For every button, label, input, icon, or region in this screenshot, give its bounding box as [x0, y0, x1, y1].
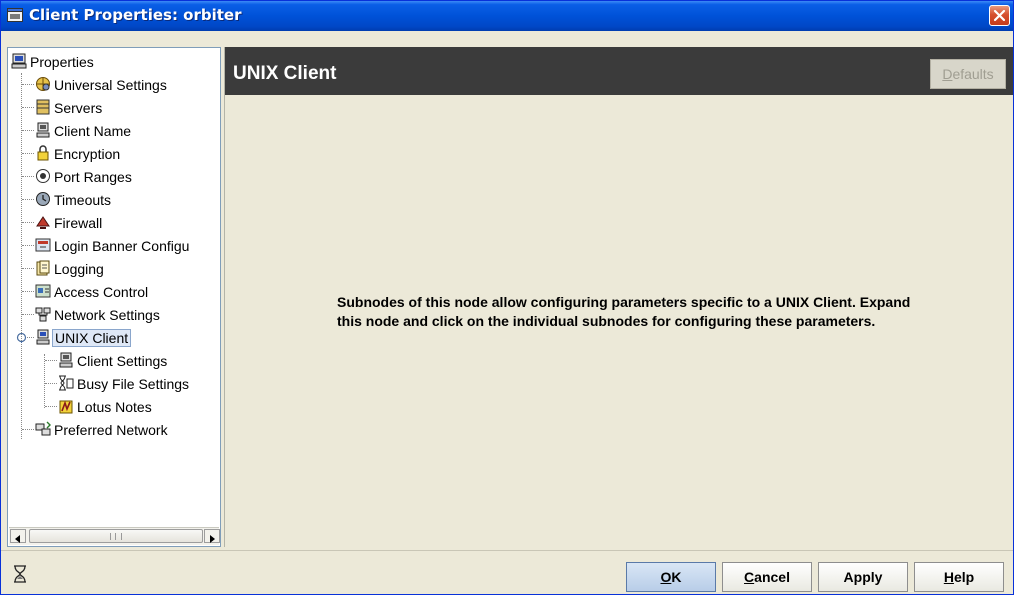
network-icon: [35, 307, 51, 322]
tree-label: Timeouts: [54, 192, 112, 208]
arrow-left-icon: [15, 535, 20, 543]
tree-label: Login Banner Configu: [54, 238, 190, 254]
lotus-notes-icon: [59, 400, 73, 414]
defaults-label: efaults: [952, 66, 994, 82]
tree-connector: [45, 406, 57, 407]
firewall-icon: [36, 216, 50, 229]
tree-connector: [22, 176, 34, 177]
computer-icon: [36, 122, 50, 138]
scroll-right-button[interactable]: [204, 529, 220, 543]
hourglass-file-icon: [59, 375, 74, 391]
defaults-mnemonic: D: [942, 66, 953, 82]
tree-connector: [21, 73, 22, 439]
window-app-icon: [7, 8, 23, 22]
log-icon: [36, 260, 50, 276]
lock-icon: [37, 145, 49, 161]
scroll-thumb[interactable]: [29, 529, 203, 543]
tree-horizontal-scrollbar[interactable]: [9, 527, 220, 545]
tree-label: Firewall: [54, 215, 103, 231]
tree-connector: [22, 107, 34, 108]
defaults-button[interactable]: Defaults: [930, 59, 1006, 89]
tree-label: Access Control: [54, 284, 149, 300]
access-control-icon: [35, 284, 51, 298]
tree-connector: [22, 314, 34, 315]
properties-tree[interactable]: Properties Universal Settings Servers Cl…: [7, 47, 221, 547]
apply-button[interactable]: Apply: [818, 562, 908, 592]
apply-label: Apply: [843, 569, 883, 585]
computer-icon: [36, 329, 50, 345]
clock-icon: [36, 192, 50, 206]
close-button[interactable]: [989, 5, 1010, 26]
details-panel: UNIX Client Defaults Subnodes of this no…: [224, 47, 1013, 547]
tree-connector: [27, 337, 34, 338]
help-mnemonic: H: [943, 569, 954, 585]
tree-label: Logging: [54, 261, 104, 277]
close-icon: [993, 9, 1006, 22]
cancel-mnemonic: C: [744, 569, 755, 585]
port-icon: [36, 169, 50, 183]
tree-connector: [22, 84, 34, 85]
tree-connector: [22, 245, 34, 246]
tree-label: Client Settings: [77, 353, 168, 369]
tree-label: Network Settings: [54, 307, 160, 323]
tree-label: Preferred Network: [54, 422, 168, 438]
tree-label: Universal Settings: [54, 77, 167, 93]
tree-label: Servers: [54, 100, 103, 116]
tree-label-selected: UNIX Client: [52, 329, 132, 347]
scroll-left-button[interactable]: [10, 529, 26, 543]
tree-connector: [22, 130, 34, 131]
window-title: Client Properties: orbiter: [29, 6, 242, 24]
hourglass-icon: [14, 565, 26, 583]
tree-label: Lotus Notes: [77, 399, 152, 415]
computer-icon: [59, 352, 73, 368]
panel-title: UNIX Client: [233, 63, 337, 84]
tree-connector: [45, 360, 57, 361]
tree-connector: [45, 383, 57, 384]
grip-icon: [110, 533, 122, 540]
tree-label: Properties: [30, 54, 94, 70]
panel-description: Subnodes of this node allow configuring …: [337, 294, 911, 329]
tree-connector: [22, 222, 34, 223]
tree-label: Client Name: [54, 123, 132, 139]
arrow-right-icon: [210, 535, 215, 543]
tree-connector: [22, 153, 34, 154]
tree-label: Busy File Settings: [77, 376, 190, 392]
ok-button[interactable]: OK: [626, 562, 716, 592]
tree-connector: [22, 291, 34, 292]
cancel-label: ancel: [754, 569, 790, 585]
tree-connector: [22, 199, 34, 200]
settings-globe-icon: [36, 77, 50, 91]
ok-mnemonic: O: [660, 569, 672, 585]
tree-connector: [44, 354, 45, 408]
tree-label: Port Ranges: [54, 169, 132, 185]
help-button[interactable]: Help: [914, 562, 1004, 592]
computer-icon: [11, 53, 27, 69]
title-bar[interactable]: Client Properties: orbiter: [1, 1, 1013, 31]
server-icon: [36, 99, 50, 115]
button-bar: OK Cancel Apply Help: [1, 550, 1013, 594]
banner-icon: [35, 238, 51, 252]
panel-header: UNIX Client Defaults: [225, 47, 1013, 95]
help-label: elp: [953, 569, 975, 585]
expand-toggle-icon[interactable]: [16, 332, 27, 343]
tree-connector: [22, 268, 34, 269]
ok-label: K: [671, 569, 682, 585]
tree-label: Encryption: [54, 146, 121, 162]
preferred-network-icon: [35, 421, 51, 436]
client-properties-window: Client Properties: orbiter Properties Un…: [0, 0, 1014, 595]
tree-connector: [22, 429, 34, 430]
cancel-button[interactable]: Cancel: [722, 562, 812, 592]
